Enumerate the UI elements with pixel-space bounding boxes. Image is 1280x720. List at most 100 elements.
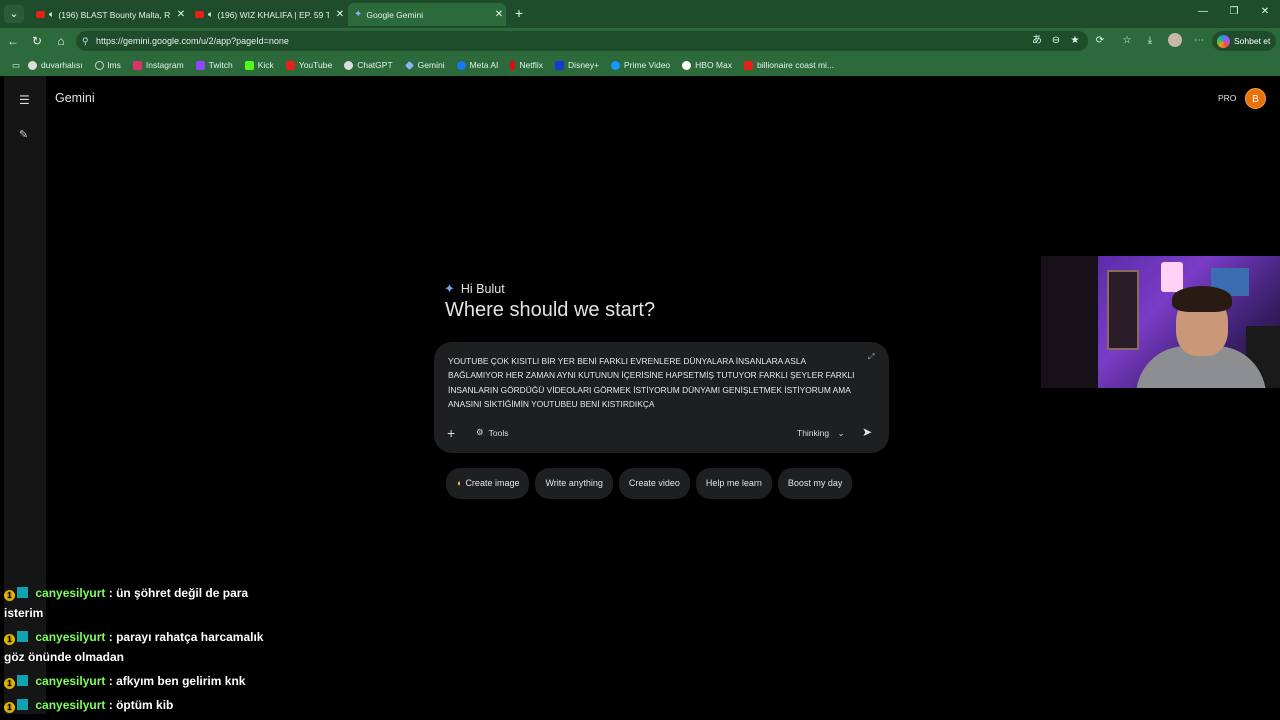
close-window-icon[interactable]: ✕ [1258, 6, 1272, 17]
mod-badge-icon [17, 587, 28, 598]
close-tab-icon[interactable]: ✕ [333, 9, 347, 20]
site-info-icon[interactable]: ⚲ [82, 31, 89, 51]
copilot-icon [1217, 35, 1230, 48]
restore-icon[interactable]: ❐ [1227, 6, 1241, 17]
chat-message: 1 canyesilyurt : parayı rahatça harcamal… [4, 627, 274, 667]
prime-video-icon [611, 60, 620, 70]
page-title: Where should we start? [445, 299, 656, 321]
netflix-icon [510, 60, 516, 70]
zoom-icon[interactable]: ⊖ [1049, 34, 1063, 48]
more-menu-icon[interactable]: ⋯ [1192, 34, 1206, 48]
hbo-max-icon [682, 60, 692, 70]
translate-icon[interactable]: あ [1030, 34, 1044, 48]
tools-label: Tools [488, 427, 509, 438]
prompt-composer: YOUTUBE ÇOK KISITLI BİR YER BENİ FARKLI … [434, 342, 889, 453]
bookmark-duvarhalisi[interactable]: duvarhalısı [22, 60, 89, 70]
bookmark-netflix[interactable]: Netflix [504, 60, 549, 70]
speaker-icon[interactable]: 🔈︎ [49, 9, 54, 20]
chat-message: 1 canyesilyurt : öptüm kib [4, 695, 274, 715]
chat-badges: 1 [4, 695, 32, 715]
minimize-icon[interactable]: — [1196, 6, 1210, 17]
meta-ai-icon [456, 60, 466, 70]
url-text: https://gemini.google.com/u/2/app?pageId… [96, 36, 289, 46]
sliders-icon: ⚙︎ [476, 427, 484, 437]
youtube-icon [36, 11, 45, 18]
main-menu-icon[interactable]: ☰ [19, 93, 30, 107]
favorite-star-icon[interactable]: ★ [1068, 34, 1082, 48]
model-mode-selector[interactable]: Thinking ⌄ [797, 428, 845, 439]
sub-badge-icon: 1 [4, 634, 15, 645]
address-bar[interactable]: ⚲ https://gemini.google.com/u/2/app?page… [76, 31, 1088, 51]
speaker-icon[interactable]: 🔈︎ [208, 9, 213, 20]
tab-blast[interactable]: 🔈︎ (196) BLAST Bounty Malta, Ro ✕ [30, 3, 188, 26]
tab-wiz-khalifa[interactable]: 🔈︎ (196) WIZ KHALIFA | EP. 59 TH ✕ [189, 3, 347, 26]
gemini-icon [404, 60, 414, 70]
bookmark-lms[interactable]: lms [89, 60, 127, 70]
chat-username: canyesilyurt [35, 630, 106, 644]
sub-badge-icon: 1 [4, 678, 15, 689]
copilot-chat-button[interactable]: Sohbet et [1212, 31, 1276, 51]
globe-icon [94, 60, 104, 70]
chat-badges: 1 [4, 627, 32, 647]
bookmarks-menu-icon[interactable]: ▭ [6, 60, 22, 71]
navigation-bar: ← ↻ ⌂ ⚲ https://gemini.google.com/u/2/ap… [0, 28, 1280, 54]
home-icon[interactable]: ⌂ [54, 33, 68, 49]
mod-badge-icon [17, 675, 28, 686]
bookmark-kick[interactable]: Kick [239, 60, 280, 70]
close-tab-icon[interactable]: ✕ [174, 9, 188, 20]
chip-create-video[interactable]: Create video [618, 468, 690, 499]
chip-boost-my-day[interactable]: Boost my day [777, 468, 853, 499]
close-tab-icon[interactable]: ✕ [492, 9, 506, 20]
bookmark-gemini[interactable]: Gemini [399, 60, 451, 70]
chip-create-image[interactable]: ◖ Create image [446, 468, 530, 499]
mode-label: Thinking [797, 428, 830, 438]
downloads-icon[interactable]: ⤓ [1143, 34, 1157, 48]
chat-text: öptüm kib [116, 698, 174, 712]
prompt-input[interactable]: YOUTUBE ÇOK KISITLI BİR YER BENİ FARKLI … [448, 354, 858, 412]
bookmark-hbo-max[interactable]: HBO Max [676, 60, 738, 70]
tab-actions-menu[interactable]: ⌄ [4, 5, 24, 23]
webcam-overlay [1041, 256, 1280, 388]
twitch-icon [195, 60, 205, 70]
bookmark-youtube[interactable]: YouTube [280, 60, 338, 70]
youtube-icon [195, 11, 204, 18]
expand-icon[interactable]: ⤢ [868, 352, 874, 362]
send-button[interactable]: ➤ [862, 425, 872, 439]
chat-badges: 1 [4, 583, 32, 603]
gemini-spark-icon: ✦ [444, 281, 455, 296]
greeting: ✦ Hi Bulut [444, 281, 505, 297]
bookmark-billionaire-coast[interactable]: billionaire coast mi... [738, 60, 840, 70]
copilot-label: Sohbet et [1234, 36, 1271, 46]
app-title[interactable]: Gemini [55, 91, 95, 105]
bookmark-twitch[interactable]: Twitch [190, 60, 239, 70]
bookmark-disney-plus[interactable]: Disney+ [549, 60, 605, 70]
favorites-icon[interactable]: ☆ [1120, 34, 1134, 48]
chip-write-anything[interactable]: Write anything [535, 468, 613, 499]
chat-username: canyesilyurt [35, 698, 106, 712]
profile-avatar[interactable] [1168, 33, 1182, 47]
account-avatar[interactable]: B [1245, 88, 1266, 109]
chat-username: canyesilyurt [35, 674, 106, 688]
extensions-icon[interactable]: ⟳ [1093, 34, 1107, 48]
chip-help-me-learn[interactable]: Help me learn [695, 468, 772, 499]
mod-badge-icon [17, 699, 28, 710]
bookmark-meta-ai[interactable]: Meta AI [451, 60, 505, 70]
tab-title: (196) WIZ KHALIFA | EP. 59 TH [217, 9, 329, 20]
suggestion-chips: ◖ Create image Write anything Create vide… [446, 468, 853, 499]
bookmark-prime-video[interactable]: Prime Video [605, 60, 676, 70]
new-chat-icon[interactable]: ✎ [19, 128, 28, 141]
back-icon[interactable]: ← [6, 33, 20, 49]
instagram-icon [132, 60, 142, 70]
bookmark-chatgpt[interactable]: ChatGPT [338, 60, 398, 70]
new-tab-button[interactable]: + [512, 5, 526, 21]
refresh-icon[interactable]: ↻ [30, 33, 44, 49]
bookmark-instagram[interactable]: Instagram [127, 60, 190, 70]
webcam-person-hair [1172, 286, 1232, 312]
tools-button[interactable]: ⚙︎ Tools [476, 427, 508, 438]
banana-icon: ◖ [456, 478, 462, 488]
add-attachment-button[interactable]: + [447, 425, 455, 441]
kick-icon [244, 60, 254, 70]
disney-plus-icon [555, 60, 565, 70]
tab-strip: ⌄ 🔈︎ (196) BLAST Bounty Malta, Ro ✕ 🔈︎ (… [0, 0, 1280, 28]
tab-google-gemini[interactable]: ✦ Google Gemini ✕ [348, 3, 506, 26]
